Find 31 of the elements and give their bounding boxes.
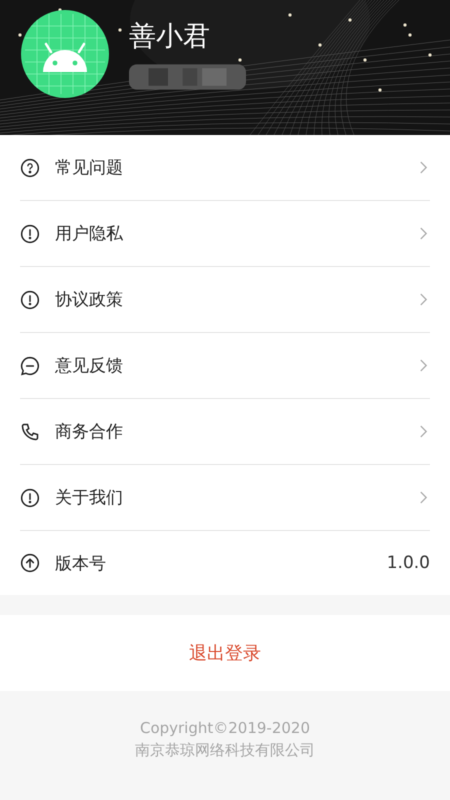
info-icon [20,224,40,244]
menu-item[interactable]: 意见反馈 [20,333,430,399]
copyright-text: Copyright©2019-2020 [140,719,310,737]
menu-item[interactable]: 关于我们 [20,465,430,531]
menu-item[interactable]: 用户隐私 [20,201,430,267]
menu-label: 用户隐私 [55,223,124,245]
menu-item[interactable]: 商务合作 [20,399,430,465]
version-number: 1.0.0 [386,553,430,573]
chevron-right-icon [419,358,428,373]
menu-label: 常见问题 [55,157,124,179]
chat-bubble-icon [20,356,40,376]
phone-icon [20,422,40,442]
chevron-right-icon [419,424,428,439]
menu-label: 关于我们 [55,487,124,509]
menu-label: 意见反馈 [55,355,124,377]
upload-icon [20,553,40,573]
menu-label: 商务合作 [55,421,124,443]
company-name: 南京恭琼网络科技有限公司 [135,741,315,760]
menu-item[interactable]: 协议政策 [20,267,430,333]
menu-label: 版本号 [55,552,107,574]
info-icon [20,290,40,310]
chevron-right-icon [419,226,428,241]
chevron-right-icon [419,292,428,307]
chevron-right-icon [419,490,428,505]
chevron-right-icon [419,160,428,175]
user-name: 善小君 [129,20,211,54]
info-icon [20,488,40,508]
question-icon [20,158,40,178]
menu-label: 协议政策 [55,289,124,311]
android-avatar-icon [21,10,109,98]
menu-item[interactable]: 常见问题 [20,135,430,201]
